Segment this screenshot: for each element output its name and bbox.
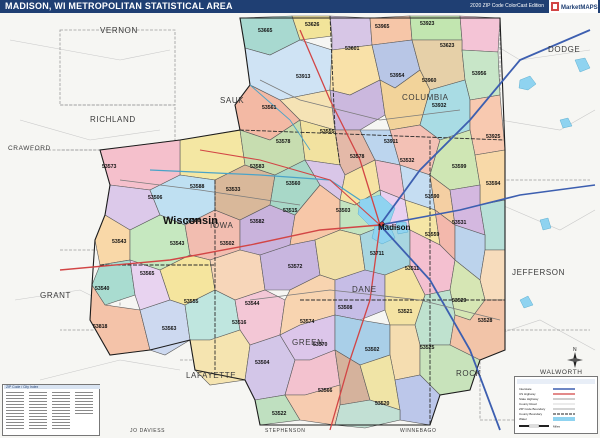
zip-label: 53508 (338, 305, 353, 311)
index-title: ZIP Code / City Index (4, 385, 100, 389)
zip-label: 53555 (184, 299, 199, 305)
zip-label: 53502 (220, 241, 235, 247)
legend-label-us-highway: US Highway (519, 392, 536, 396)
zip-label: 53583 (250, 164, 265, 170)
zip-label: 53582 (250, 219, 265, 225)
zip-label: 53711 (370, 251, 384, 257)
zip-label: 53511 (405, 266, 419, 272)
zip-label: 53533 (226, 187, 241, 193)
zip-label: 53532 (400, 158, 415, 164)
zip-label: 53599 (452, 164, 467, 170)
zip-label: 53503 (336, 208, 351, 214)
zip-label: 53560 (286, 181, 301, 187)
legend-label-county-boundary: County Boundary (519, 412, 543, 416)
zip-label: 53965 (375, 24, 390, 30)
zip-label: 53570 (313, 342, 328, 348)
legend-graphic: Interstate US Highway State Highway Coun… (517, 379, 595, 429)
zip-label: 53522 (272, 411, 287, 417)
marketmaps-logo: MarketMAPS (549, 0, 598, 13)
zip-label: 53565 (140, 271, 155, 277)
zip-label: 53525 (420, 345, 435, 351)
county-label-rock: ROCK (456, 369, 482, 378)
zip-label: 53502 (365, 347, 380, 353)
map-title: MADISON, WI METROPOLITAN STATISTICAL ARE… (5, 1, 233, 11)
zip-label: 53623 (440, 43, 455, 49)
legend-label-county-road: County Road (519, 402, 537, 406)
scale-label: Miles (553, 425, 561, 429)
zip-label: 53566 (318, 388, 333, 394)
county-label-sauk: SAUK (220, 96, 244, 105)
edition-label: 2020 ZIP Code ColorCast Edition (470, 3, 544, 9)
zip-label: 53960 (422, 78, 437, 84)
index-columns (5, 391, 97, 433)
zip-label: 53925 (486, 134, 501, 140)
county-label-walworth: WALWORTH (540, 369, 583, 376)
legend-label-state-highway: State Highway (519, 397, 539, 401)
zip-label: 53544 (245, 301, 260, 307)
county-label-dodge: DODGE (548, 45, 580, 54)
zip-label: 53515 (283, 208, 298, 214)
zip-label: 53665 (258, 28, 273, 34)
zip-label: 53520 (375, 401, 390, 407)
map-legend: Interstate US Highway State Highway Coun… (514, 376, 598, 434)
zip-label: 53578 (276, 139, 291, 145)
zip-label: 53559 (425, 232, 440, 238)
legend-label-water: Water (519, 417, 527, 421)
zip-label: 53590 (425, 194, 440, 200)
index-listing (6, 392, 93, 429)
zip-label: 53506 (148, 195, 163, 201)
zip-label: 53954 (390, 73, 405, 79)
zip-label: 53521 (398, 309, 413, 315)
county-label-winnebago: WINNEBAGO (400, 428, 437, 434)
zip-code-map: VERNON SAUK COLUMBIA DODGE RICHLAND CRAW… (0, 13, 600, 438)
county-label-richland: RICHLAND (90, 115, 136, 124)
legend-label-zip-boundary: ZIP Code Boundary (519, 407, 546, 411)
zip-label: 53594 (486, 181, 501, 187)
legend-label-interstate: Interstate (519, 387, 532, 391)
zip-label: 53588 (190, 184, 205, 190)
county-label-crawford: CRAWFORD (8, 145, 51, 152)
county-label-lafayette: LAFAYETTE (186, 371, 236, 380)
zip-label: 53561 (262, 105, 277, 111)
zip-label: 53543 (112, 239, 127, 245)
zip-label: 53572 (288, 264, 303, 270)
title-bar: MADISON, WI METROPOLITAN STATISTICAL ARE… (0, 0, 600, 13)
city-label-madison: Madison (378, 223, 411, 232)
zip-label: 53588 (186, 218, 201, 224)
county-label-dane: DANE (352, 285, 377, 294)
zip-label: 53531 (452, 220, 467, 226)
zip-label: 53529 (452, 298, 467, 304)
zip-label: 53504 (255, 360, 270, 366)
logo-text: MarketMAPS (561, 5, 598, 11)
legend-swatch-water (553, 417, 575, 421)
county-label-stephenson: STEPHENSON (265, 428, 305, 434)
zip-label: 53573 (102, 164, 117, 170)
county-label-columbia: COLUMBIA (402, 93, 449, 102)
compass-north-label: N (573, 347, 577, 353)
zip-label: 53578 (350, 154, 365, 160)
county-label-vernon: VERNON (100, 26, 138, 35)
zip-label: 53528 (478, 318, 493, 324)
zip-label: 53516 (232, 320, 247, 326)
zip-label: 53574 (300, 319, 315, 325)
zip-label: 53956 (472, 71, 487, 77)
zip-city-index: ZIP Code / City Index (2, 384, 100, 436)
zip-label: 53913 (296, 74, 311, 80)
zip-label: 53626 (305, 22, 320, 28)
zip-label: 53563 (162, 326, 177, 332)
zip-label: 53818 (93, 324, 108, 330)
zip-label: 53540 (95, 286, 110, 292)
county-label-jo-daviess: JO DAVIESS (130, 428, 165, 434)
county-label-grant: GRANT (40, 291, 71, 300)
zip-label: 53911 (384, 139, 398, 145)
zip-label: 53923 (420, 21, 435, 27)
zip-label: 53555 (320, 129, 335, 135)
county-label-jefferson: JEFFERSON (512, 268, 565, 277)
zip-label: 53932 (432, 103, 447, 109)
zip-label: 53543 (170, 241, 185, 247)
zip-label: 53601 (345, 46, 360, 52)
